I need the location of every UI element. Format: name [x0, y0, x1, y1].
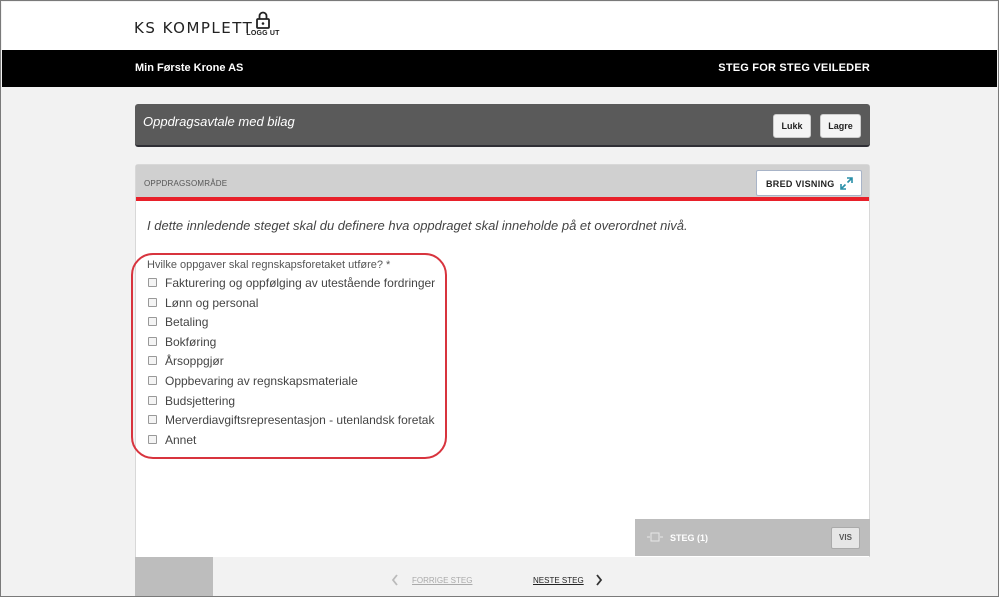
company-name: Min Første Krone AS: [135, 62, 244, 74]
checkbox[interactable]: [148, 356, 157, 366]
task-option-label: Fakturering og oppfølging av utestående …: [165, 276, 436, 290]
checkbox[interactable]: [148, 278, 157, 287]
task-option-label: Bokføring: [165, 334, 217, 349]
intro-text: I dette innledende steget skal du define…: [147, 218, 688, 233]
task-option-label: Oppbevaring av regnskapsmateriale: [165, 374, 358, 388]
step-pager: FORRIGE STEG NESTE STEG: [135, 557, 870, 596]
task-option[interactable]: Merverdiavgiftsrepresentasjon - utenland…: [147, 413, 447, 430]
task-option-label: Lønn og personal: [165, 295, 259, 310]
task-option[interactable]: Bokføring: [147, 334, 447, 352]
task-option-label: Annet: [165, 432, 197, 447]
logout-button[interactable]: LOGG UT: [243, 11, 283, 45]
question-label: Hvilke oppgaver skal regnskapsforetaket …: [147, 259, 391, 271]
show-steps-button[interactable]: VIS: [831, 527, 860, 549]
task-option[interactable]: Fakturering og oppfølging av utestående …: [147, 276, 447, 293]
task-option-label: Merverdiavgiftsrepresentasjon - utenland…: [165, 413, 435, 428]
save-button[interactable]: Lagre: [820, 114, 861, 138]
app-window: KS KOMPLETT LOGG UT Min Første Krone AS …: [0, 0, 999, 597]
document-bar: Oppdragsavtale med bilag Lukk Lagre: [135, 104, 870, 147]
step-guide-link[interactable]: STEG FOR STEG VEILEDER: [718, 62, 870, 74]
checkbox[interactable]: [148, 376, 157, 385]
next-step-link[interactable]: NESTE STEG: [533, 576, 584, 585]
wide-view-label: BRED VISNING: [766, 179, 835, 189]
checkbox[interactable]: [148, 297, 157, 307]
checkbox[interactable]: [148, 317, 157, 327]
logout-label: LOGG UT: [246, 30, 280, 37]
lock-icon: [256, 11, 270, 29]
steps-label: STEG (1): [670, 533, 709, 543]
brand-logo[interactable]: KS KOMPLETT: [134, 19, 253, 37]
task-option[interactable]: Annet: [147, 432, 447, 450]
task-option[interactable]: Lønn og personal: [147, 295, 447, 313]
steps-icon: [647, 532, 663, 542]
chevron-right-icon[interactable]: [595, 574, 603, 586]
checkbox[interactable]: [148, 434, 157, 444]
section-title: OPPDRAGSOMRÅDE: [144, 179, 228, 188]
top-header: KS KOMPLETT LOGG UT: [2, 2, 997, 50]
document-title: Oppdragsavtale med bilag: [143, 114, 295, 129]
checkbox[interactable]: [148, 336, 157, 346]
task-option-label: Budsjettering: [165, 393, 236, 408]
steps-box: STEG (1) VIS: [635, 519, 870, 556]
task-option[interactable]: Oppbevaring av regnskapsmateriale: [147, 374, 447, 391]
company-bar: Min Første Krone AS STEG FOR STEG VEILED…: [2, 50, 997, 87]
task-option-label: Årsoppgjør: [165, 354, 224, 369]
section-header: OPPDRAGSOMRÅDE BRED VISNING: [136, 165, 869, 201]
task-option[interactable]: Budsjettering: [147, 393, 447, 411]
task-option-label: Betaling: [165, 315, 209, 330]
task-option[interactable]: Betaling: [147, 315, 447, 332]
pager-inner: FORRIGE STEG NESTE STEG: [213, 557, 870, 596]
wide-view-button[interactable]: BRED VISNING: [756, 170, 862, 196]
chevron-left-icon[interactable]: [391, 574, 399, 586]
checkbox[interactable]: [148, 415, 157, 425]
expand-icon: [840, 177, 853, 190]
close-button[interactable]: Lukk: [773, 114, 811, 138]
previous-step-link[interactable]: FORRIGE STEG: [412, 576, 472, 585]
task-option[interactable]: Årsoppgjør: [147, 354, 447, 371]
checkbox[interactable]: [148, 395, 157, 405]
